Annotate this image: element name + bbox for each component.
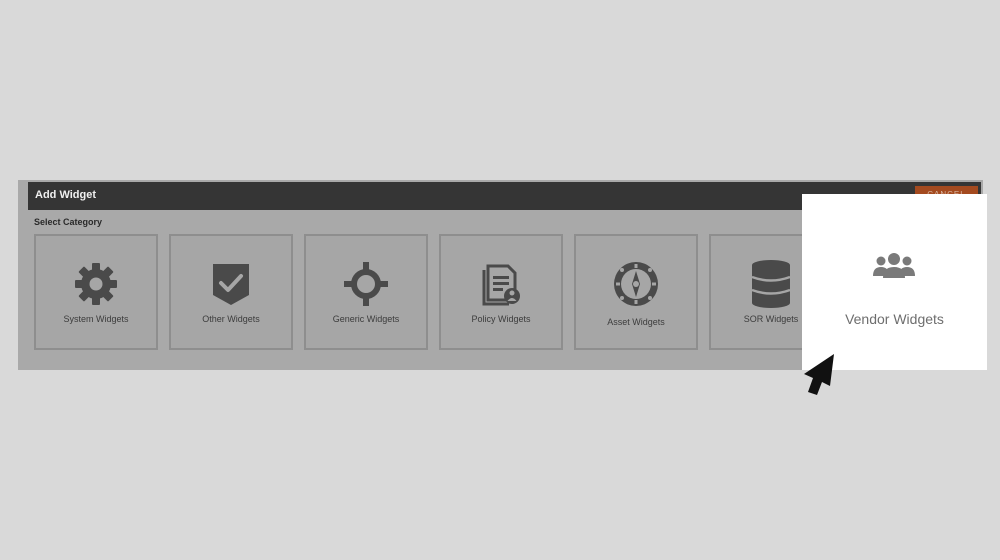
tile-label: Policy Widgets [471,314,531,324]
crosshair-icon [306,258,426,310]
tile-label: Asset Widgets [607,317,665,327]
dialog-title: Add Widget [35,189,96,201]
tile-label: System Widgets [63,314,129,324]
category-tile-asset-widgets[interactable]: Asset Widgets [574,234,698,350]
users-icon [872,251,916,283]
tile-label: Vendor Widgets [845,311,944,327]
tile-label: Generic Widgets [332,314,400,324]
policy-document-icon [441,258,561,310]
tile-label: Other Widgets [202,314,260,324]
select-category-heading: Select Category [34,217,103,227]
category-tile-other-widgets[interactable]: Other Widgets [169,234,293,350]
category-tile-vendor-widgets[interactable]: Vendor Widgets [802,194,987,370]
category-tile-policy-widgets[interactable]: Policy Widgets [439,234,563,350]
category-tile-generic-widgets[interactable]: Generic Widgets [304,234,428,350]
category-tile-system-widgets[interactable]: System Widgets [34,234,158,350]
shield-check-icon [171,258,291,310]
mouse-pointer-icon [798,352,838,396]
asset-compass-icon [576,258,696,310]
gear-icon [36,258,156,310]
